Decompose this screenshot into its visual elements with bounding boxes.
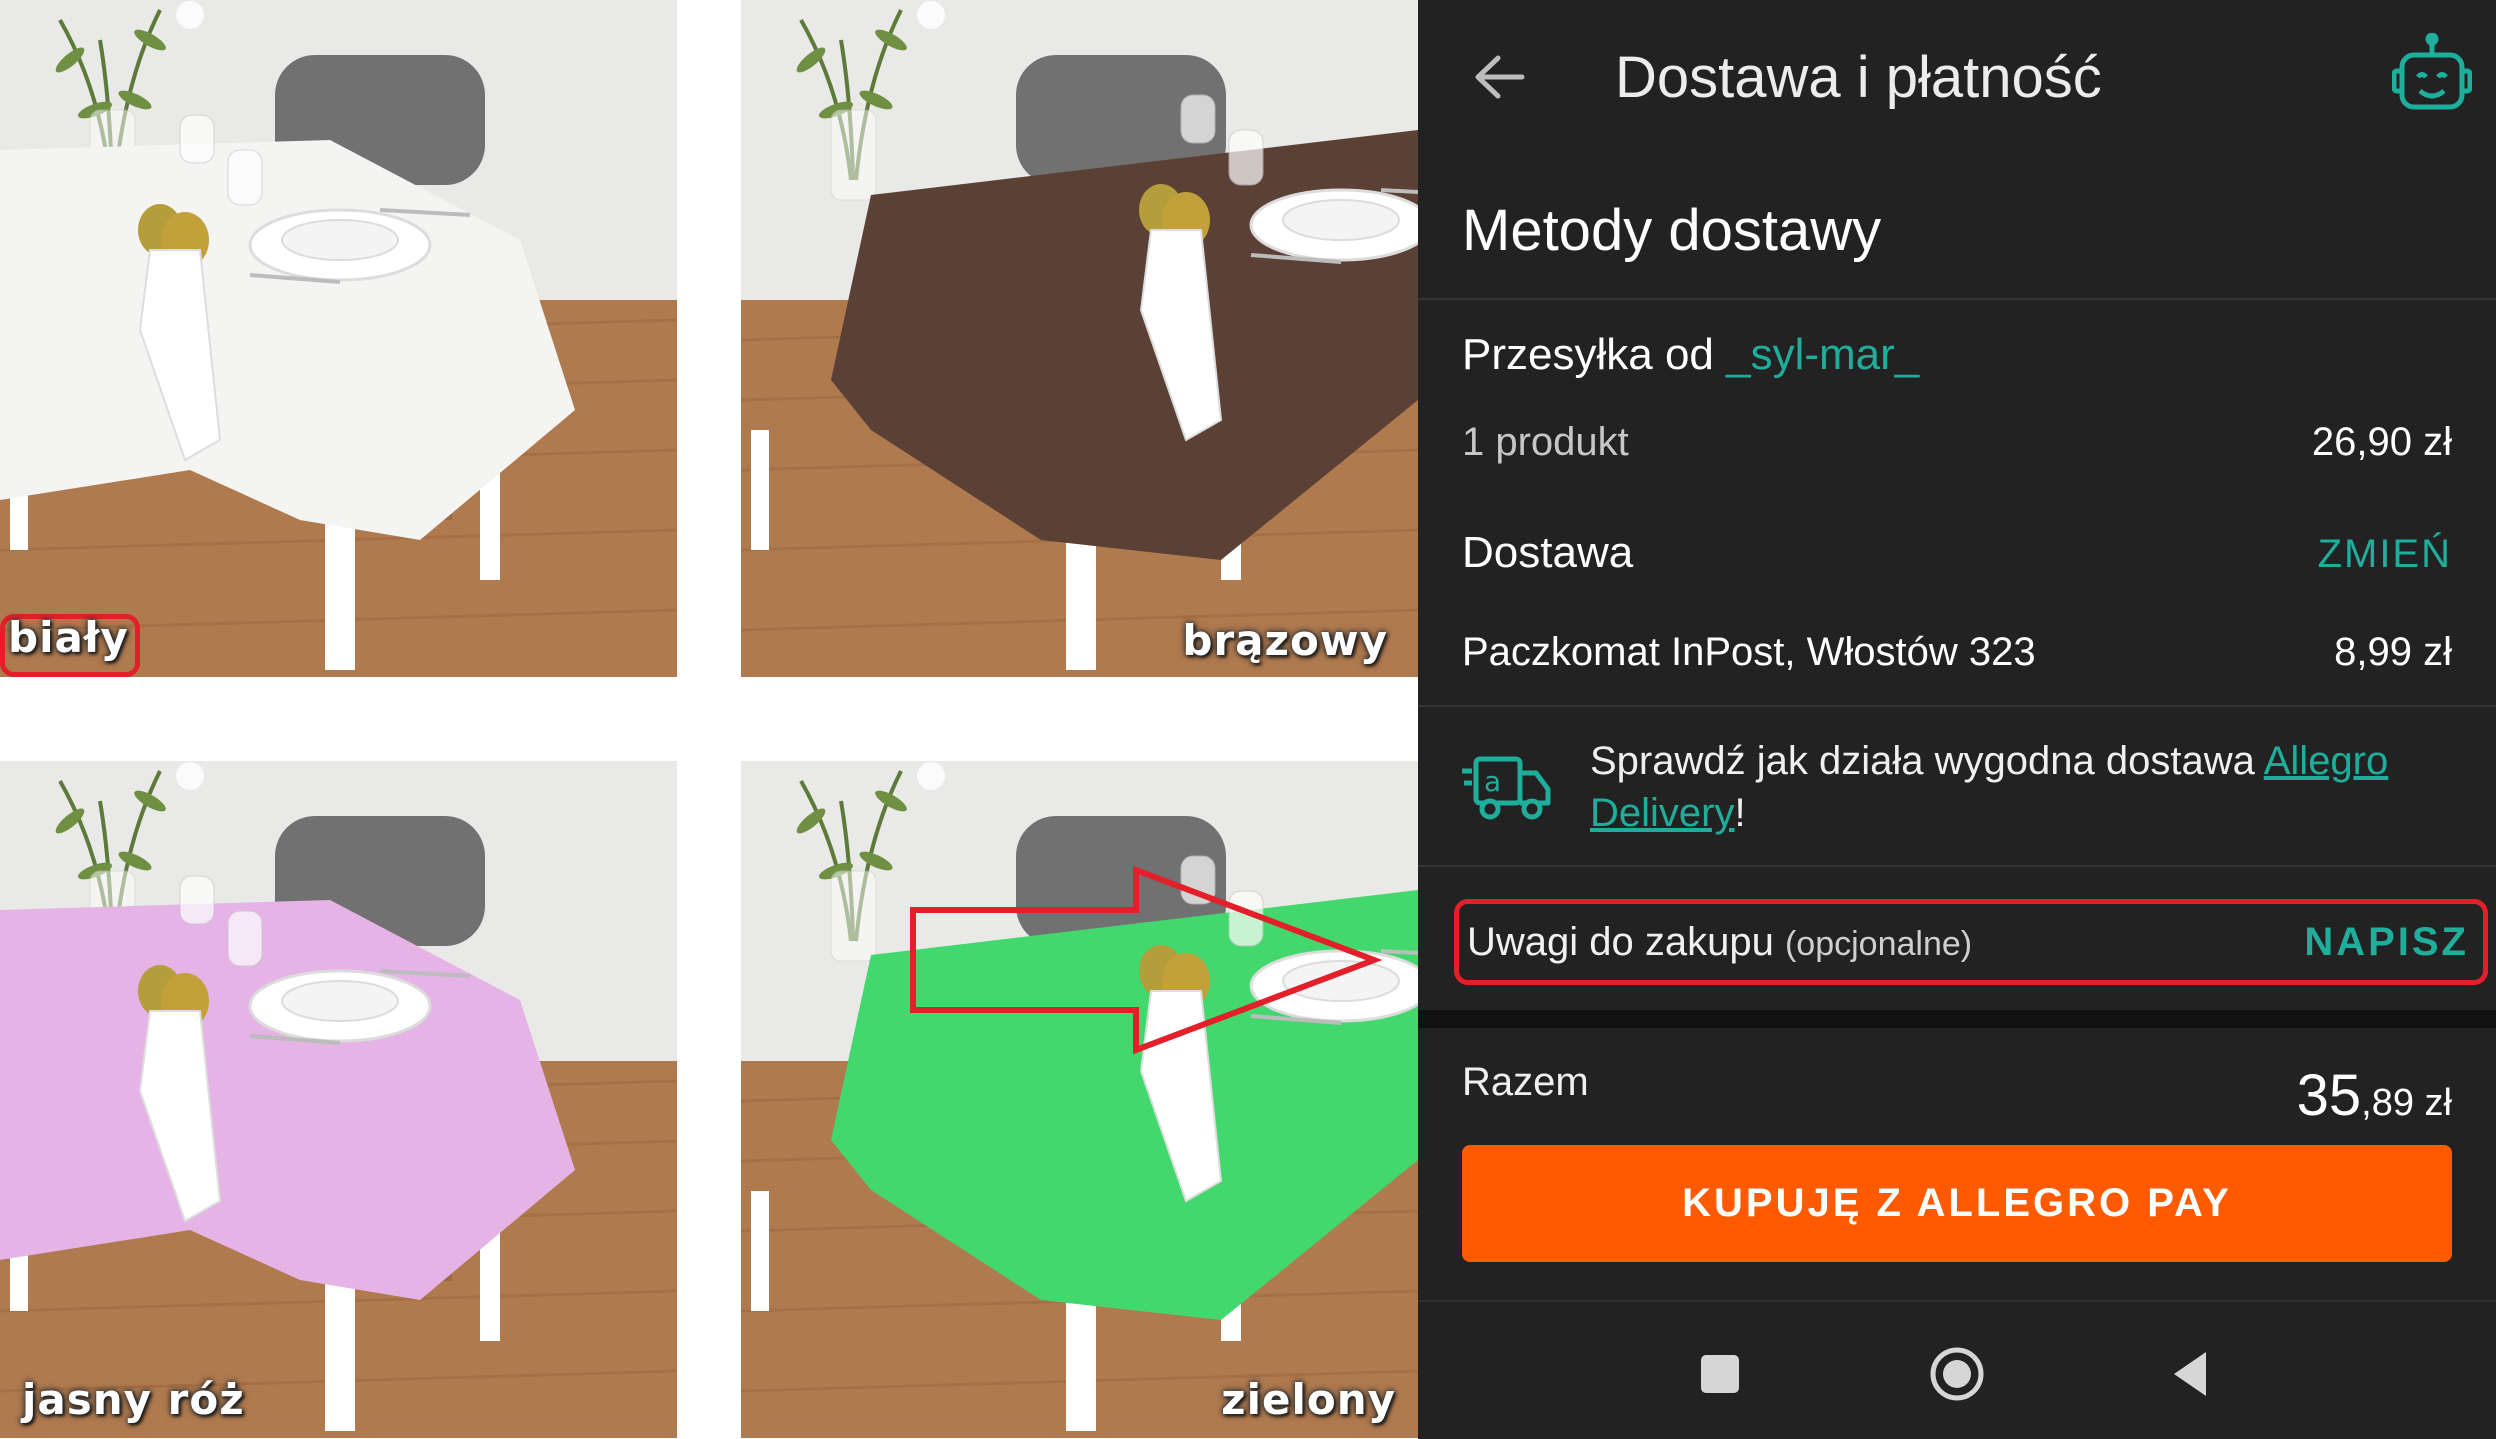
circle-home-icon[interactable] bbox=[1927, 1344, 1987, 1404]
product-price: 26,90 zł bbox=[2311, 420, 2452, 464]
section-title: Metody dostawy bbox=[1462, 198, 1882, 263]
buy-with-allegro-pay-button[interactable]: KUPUJĘ Z ALLEGRO PAY bbox=[1462, 1145, 2452, 1262]
notes-title: Uwagi do zakupu bbox=[1467, 920, 1774, 964]
tablecloth-photo bbox=[0, 0, 677, 677]
promo-message: Sprawdź jak działa wygodna dostawa bbox=[1590, 739, 2264, 783]
product-count: 1 produkt bbox=[1462, 420, 1629, 464]
svg-text:a: a bbox=[1484, 765, 1501, 798]
divider bbox=[1418, 705, 2496, 707]
shipment-header: Przesyłka od _syl-mar_ bbox=[1462, 330, 2452, 380]
color-label: biały bbox=[8, 613, 129, 662]
color-label: jasny róż bbox=[22, 1375, 245, 1424]
checkout-panel: Dostawa i płatność Metody dostawy Przesy… bbox=[1418, 0, 2496, 1439]
delivery-label: Dostawa bbox=[1462, 528, 1634, 577]
product-image-light-pink[interactable]: jasny róż bbox=[0, 760, 677, 1439]
shipment-prefix: Przesyłka od bbox=[1462, 330, 1727, 379]
color-label: zielony bbox=[1221, 1375, 1396, 1424]
tablecloth-photo bbox=[741, 0, 1418, 677]
app-bar: Dostawa i płatność bbox=[1418, 0, 2496, 165]
promo-text: Sprawdź jak działa wygodna dostawa Alleg… bbox=[1590, 735, 2450, 839]
product-image-white[interactable]: biały bbox=[0, 0, 677, 677]
triangle-back-icon[interactable] bbox=[2162, 1344, 2222, 1404]
page-title: Dostawa i płatność bbox=[1615, 45, 2102, 110]
seller-link[interactable]: _syl-mar_ bbox=[1726, 330, 1919, 379]
total-dec: ,89 bbox=[2361, 1082, 2414, 1124]
product-row: 1 produkt 26,90 zł bbox=[1462, 420, 2452, 465]
total-currency: zł bbox=[2414, 1082, 2452, 1124]
change-delivery-button[interactable]: ZMIEŃ bbox=[2318, 532, 2452, 577]
total-label: Razem bbox=[1462, 1060, 1589, 1104]
color-label: brązowy bbox=[1182, 616, 1388, 665]
divider bbox=[1418, 298, 2496, 300]
promo-suffix: ! bbox=[1734, 791, 1746, 835]
total-int: 35 bbox=[2296, 1063, 2362, 1128]
arrow-left-icon[interactable] bbox=[1472, 50, 1526, 104]
delivery-truck-icon: a bbox=[1462, 756, 1551, 820]
robot-icon[interactable] bbox=[2392, 33, 2472, 119]
delivery-method: Paczkomat InPost, Włostów 323 bbox=[1462, 630, 2036, 674]
total-amount: 35,89 zł bbox=[2297, 1062, 2452, 1129]
notes-optional: (opcjonalne) bbox=[1784, 925, 1973, 963]
delivery-row: Dostawa ZMIEŃ bbox=[1462, 528, 2452, 578]
tablecloth-photo bbox=[0, 760, 677, 1439]
write-notes-button[interactable]: NAPISZ bbox=[2304, 920, 2469, 965]
product-image-brown[interactable]: brązowy bbox=[741, 0, 1418, 677]
notes-label: Uwagi do zakupu (opcjonalne) bbox=[1467, 920, 1972, 965]
divider bbox=[1418, 865, 2496, 867]
android-nav-bar bbox=[1418, 1300, 2496, 1439]
product-image-green[interactable]: zielony bbox=[741, 760, 1418, 1439]
purchase-notes-row[interactable]: Uwagi do zakupu (opcjonalne) NAPISZ bbox=[1454, 899, 2488, 985]
square-icon[interactable] bbox=[1690, 1344, 1750, 1404]
delivery-price: 8,99 zł bbox=[2334, 630, 2452, 674]
tablecloth-photo bbox=[741, 760, 1418, 1439]
delivery-promo: a Sprawdź jak działa wygodna dostawa All… bbox=[1462, 735, 2452, 850]
delivery-method-row: Paczkomat InPost, Włostów 323 8,99 zł bbox=[1462, 630, 2452, 675]
section-separator bbox=[1418, 1010, 2496, 1028]
shipment-heading: Przesyłka od _syl-mar_ bbox=[1462, 330, 1919, 380]
